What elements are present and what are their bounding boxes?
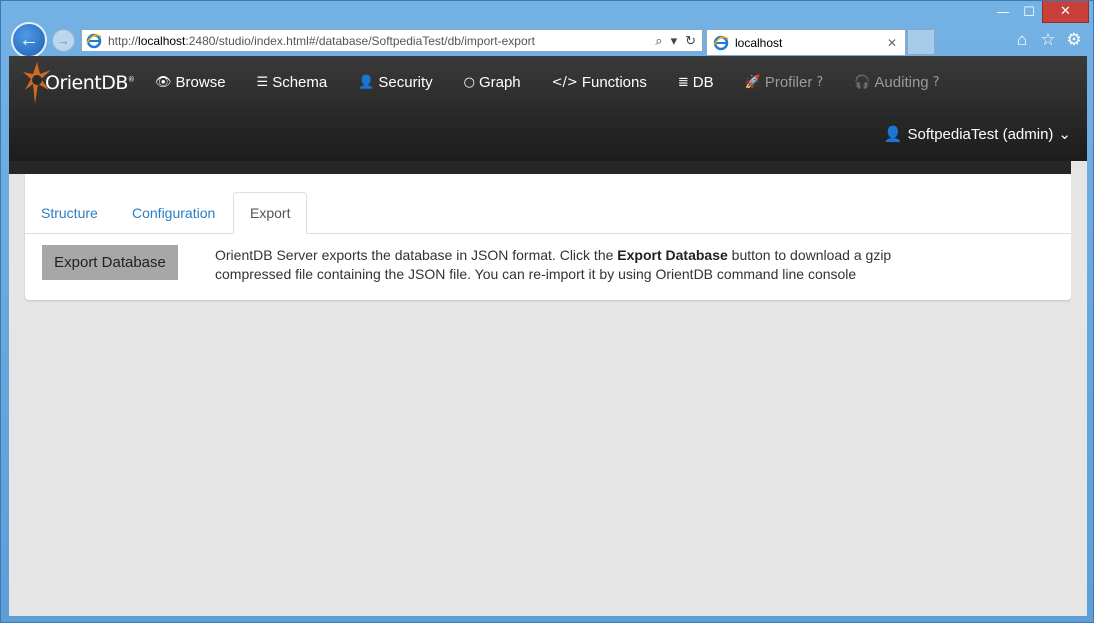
ie-tab-icon [713, 35, 729, 50]
new-tab-button[interactable] [907, 29, 935, 55]
menu-functions[interactable]: </> Functions [552, 72, 647, 92]
orientdb-logo[interactable]: OrientDB® [23, 60, 135, 106]
ie-page-icon [86, 33, 102, 48]
user-icon: 👤 [358, 74, 375, 90]
browser-tab[interactable]: localhost ✕ [706, 29, 906, 55]
top-navbar: OrientDB® 👁 Browse ☰ Schema 👤 Security ○ Gra… [9, 56, 1087, 161]
menu-profiler[interactable]: 🚀 Profiler? [745, 72, 824, 92]
search-icon[interactable]: ⌕ [655, 33, 662, 49]
settings-gear-icon[interactable]: ⚙ [1064, 30, 1084, 50]
menu-auditing[interactable]: 🎧 Auditing? [854, 72, 939, 92]
user-menu[interactable]: 👤 SoftpediaTest (admin) ⌄ [883, 125, 1071, 144]
dropdown-arrow-icon[interactable]: ▾ [671, 33, 678, 49]
refresh-icon[interactable]: ↻ [685, 33, 696, 49]
export-database-button[interactable]: Export Database [42, 245, 178, 280]
home-icon[interactable]: ⌂ [1012, 30, 1032, 50]
chevron-down-icon: ⌄ [1058, 126, 1071, 143]
menu-browse[interactable]: 👁 Browse [155, 72, 226, 92]
eye-icon: 👁 [155, 74, 172, 90]
main-menu: 👁 Browse ☰ Schema 👤 Security ○ Graph </> Func… [155, 72, 971, 92]
favorites-star-icon[interactable]: ☆ [1038, 30, 1058, 50]
back-button[interactable]: ← [11, 22, 47, 58]
vertical-scrollbar[interactable] [1071, 161, 1087, 616]
menu-db[interactable]: ≣ DB [678, 72, 714, 92]
page-viewport: OrientDB® 👁 Browse ☰ Schema 👤 Security ○ Gra… [9, 56, 1087, 616]
maximize-button[interactable]: ☐ [1017, 1, 1041, 23]
section-divider [9, 161, 1071, 174]
user-label: SoftpediaTest (admin) [907, 125, 1054, 143]
menu-schema[interactable]: ☰ Schema [257, 72, 328, 92]
minimize-button[interactable]: — [991, 1, 1015, 23]
tab-structure[interactable]: Structure [25, 192, 114, 234]
circle-icon: ○ [463, 74, 475, 90]
close-window-button[interactable]: ✕ [1042, 1, 1089, 23]
forward-button[interactable]: → [52, 29, 75, 52]
tab-close-icon[interactable]: ✕ [887, 36, 897, 50]
panel-tabs: Structure Configuration Export [25, 192, 1071, 234]
forward-arrow-icon: → [57, 33, 70, 48]
address-bar[interactable]: http://localhost:2480/studio/index.html#… [81, 29, 703, 52]
database-icon: ≣ [677, 74, 689, 90]
rocket-icon: 🚀 [744, 74, 761, 90]
help-icon: ? [816, 74, 824, 90]
tab-title: localhost [735, 35, 783, 50]
export-description: OrientDB Server exports the database in … [215, 247, 892, 282]
headphones-icon: 🎧 [854, 74, 871, 90]
user-icon: 👤 [883, 126, 903, 143]
tab-export[interactable]: Export [233, 192, 308, 234]
back-arrow-icon: ← [19, 28, 39, 51]
list-icon: ☰ [256, 74, 269, 90]
help-icon: ? [932, 74, 940, 90]
tab-configuration[interactable]: Configuration [116, 192, 231, 234]
menu-security[interactable]: 👤 Security [358, 72, 432, 92]
url-text[interactable]: http://localhost:2480/studio/index.html#… [108, 34, 535, 48]
import-export-panel: Structure Configuration Export Export Da… [25, 174, 1071, 300]
browser-window: — ☐ ✕ ← → http://localhost:2480/studio/i… [0, 0, 1094, 623]
menu-graph[interactable]: ○ Graph [464, 72, 521, 92]
code-icon: </> [551, 74, 578, 90]
browser-toolbar: ⌂ ☆ ⚙ [1012, 30, 1084, 50]
